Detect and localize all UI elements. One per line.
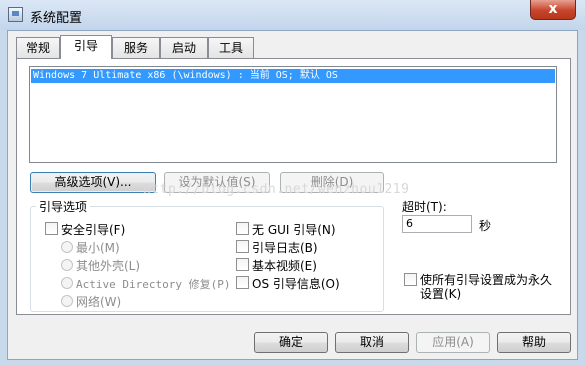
os-boot-info-checkbox[interactable] xyxy=(236,276,249,289)
boot-log-checkbox[interactable] xyxy=(236,240,249,253)
os-list-item[interactable]: Windows 7 Ultimate x86 (\windows) : 当前 O… xyxy=(31,69,555,83)
alternate-shell-label: 其他外壳(L) xyxy=(76,259,141,273)
alternate-shell-radio[interactable] xyxy=(61,259,73,271)
network-label: 网络(W) xyxy=(76,295,122,309)
active-directory-repair-label: Active Directory 修复(P) xyxy=(76,278,231,291)
title-bar: 系统配置 x xyxy=(0,0,585,30)
cancel-button[interactable]: 取消 xyxy=(335,332,409,353)
window-title: 系统配置 xyxy=(30,11,83,26)
tab-boot[interactable]: 引导 xyxy=(60,35,112,59)
msconfig-app-icon xyxy=(8,7,23,22)
os-list[interactable]: Windows 7 Ultimate x86 (\windows) : 当前 O… xyxy=(29,66,557,163)
base-video-checkbox[interactable] xyxy=(236,258,249,271)
no-gui-boot-label: 无 GUI 引导(N) xyxy=(252,223,336,237)
apply-button[interactable]: 应用(A) xyxy=(416,332,490,353)
os-boot-info-label: OS 引导信息(O) xyxy=(252,277,340,291)
timeout-input[interactable]: 6 xyxy=(402,215,472,233)
safe-boot-label: 安全引导(F) xyxy=(61,223,126,237)
network-radio[interactable] xyxy=(61,295,73,307)
advanced-options-button[interactable]: 高级选项(V)... xyxy=(30,172,156,193)
tab-tools[interactable]: 工具 xyxy=(208,37,254,58)
boot-log-label: 引导日志(B) xyxy=(252,241,318,255)
tab-general[interactable]: 常规 xyxy=(16,37,60,58)
set-default-button[interactable]: 设为默认值(S) xyxy=(164,172,270,193)
make-permanent-checkbox[interactable] xyxy=(404,273,417,286)
timeout-label: 超时(T): xyxy=(402,200,447,214)
minimal-label: 最小(M) xyxy=(76,241,120,255)
safe-boot-checkbox[interactable] xyxy=(45,222,58,235)
tab-startup[interactable]: 启动 xyxy=(160,37,208,58)
close-button[interactable]: x xyxy=(530,0,576,20)
boot-options-legend: 引导选项 xyxy=(36,198,91,215)
minimal-radio[interactable] xyxy=(61,241,73,253)
delete-button[interactable]: 删除(D) xyxy=(280,172,384,193)
timeout-unit-label: 秒 xyxy=(479,219,492,233)
help-button[interactable]: 帮助 xyxy=(497,332,571,353)
no-gui-boot-checkbox[interactable] xyxy=(236,222,249,235)
ok-button[interactable]: 确定 xyxy=(254,332,328,353)
active-directory-repair-radio[interactable] xyxy=(61,277,73,289)
make-permanent-label-line2: 设置(K) xyxy=(420,287,462,301)
base-video-label: 基本视频(E) xyxy=(252,259,317,273)
tab-services[interactable]: 服务 xyxy=(112,37,160,58)
